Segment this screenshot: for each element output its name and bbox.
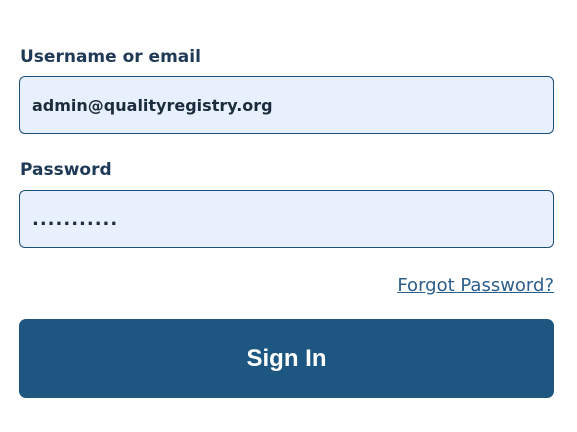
username-label: Username or email <box>20 47 201 67</box>
password-input[interactable] <box>19 190 554 248</box>
username-input[interactable] <box>19 76 554 134</box>
forgot-password-link[interactable]: Forgot Password? <box>397 275 554 296</box>
sign-in-button[interactable]: Sign In <box>19 319 554 398</box>
login-form: Username or email Password Forgot Passwo… <box>0 0 577 432</box>
password-label: Password <box>20 160 112 180</box>
